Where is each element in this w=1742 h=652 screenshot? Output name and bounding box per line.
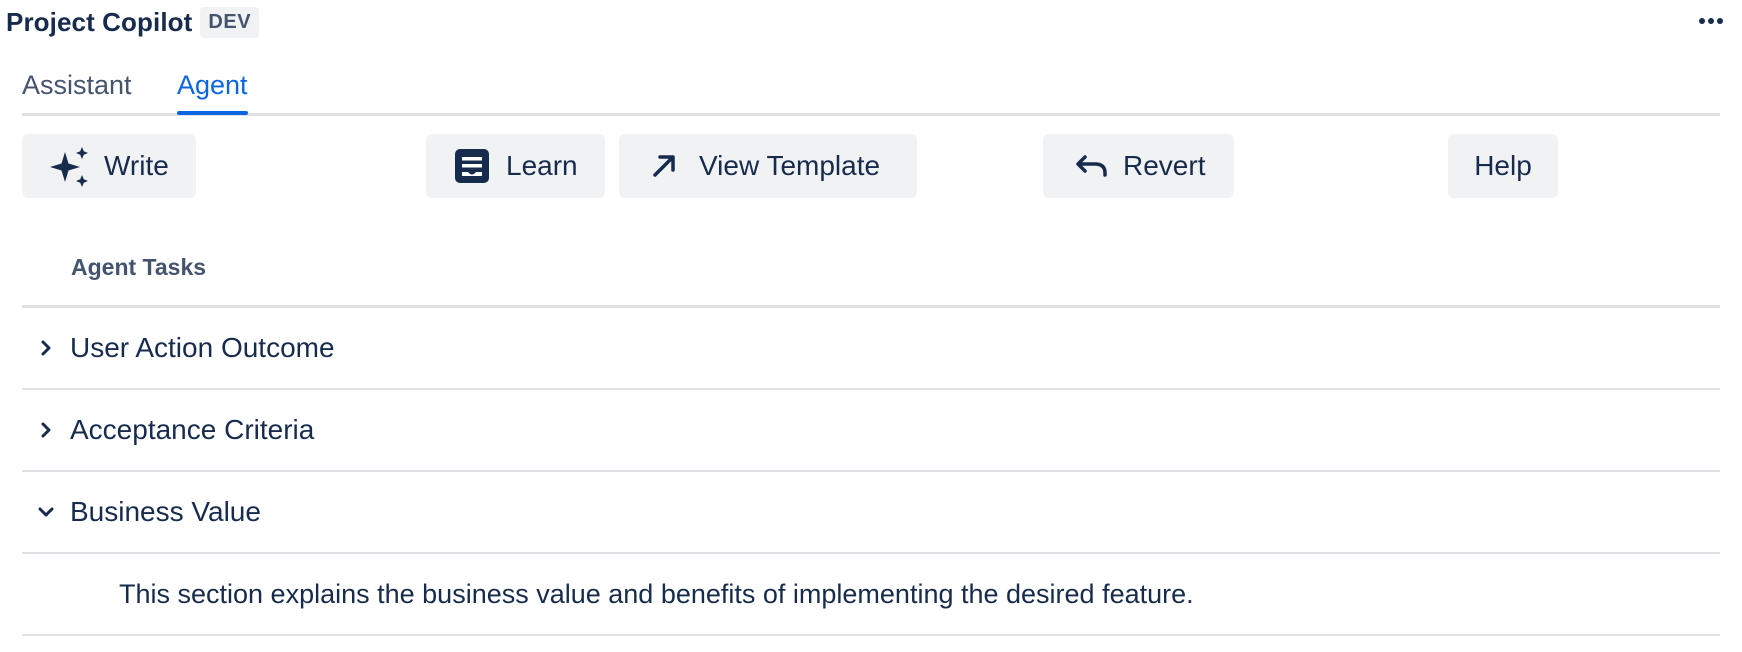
task-description: This section explains the business value… xyxy=(22,554,1720,636)
learn-button[interactable]: Learn xyxy=(426,134,605,198)
learn-button-label: Learn xyxy=(506,150,578,181)
task-row-business-value[interactable]: Business Value xyxy=(22,472,1720,554)
write-button[interactable]: Write xyxy=(22,134,196,198)
task-row-acceptance-criteria[interactable]: Acceptance Criteria xyxy=(22,390,1720,472)
view-template-button-label: View Template xyxy=(699,150,881,181)
more-horizontal-icon xyxy=(1699,18,1723,24)
app-header: Project Copilot DEV xyxy=(6,4,260,40)
task-row-label: Acceptance Criteria xyxy=(70,414,315,445)
write-button-label: Write xyxy=(104,150,169,181)
help-button-label: Help xyxy=(1474,150,1532,181)
task-row-label: Business Value xyxy=(70,496,261,527)
chevron-right-icon xyxy=(22,338,70,358)
tab-agent[interactable]: Agent xyxy=(177,70,248,115)
agent-tasks-heading: Agent Tasks xyxy=(71,254,207,280)
more-options-button[interactable] xyxy=(1694,8,1728,34)
chevron-down-icon xyxy=(22,504,70,520)
help-button[interactable]: Help xyxy=(1448,134,1558,198)
sparkle-icon xyxy=(48,145,92,187)
revert-button[interactable]: Revert xyxy=(1043,134,1234,198)
tab-assistant[interactable]: Assistant xyxy=(22,70,132,115)
revert-button-label: Revert xyxy=(1123,150,1206,181)
environment-badge: DEV xyxy=(200,6,260,38)
business-value-description: This section explains the business value… xyxy=(119,578,1194,609)
undo-icon xyxy=(1075,153,1109,179)
chevron-right-icon xyxy=(22,420,70,440)
view-template-button[interactable]: View Template xyxy=(619,134,917,198)
tab-divider xyxy=(22,113,1720,116)
task-row-label: User Action Outcome xyxy=(70,332,335,363)
task-row-user-action-outcome[interactable]: User Action Outcome xyxy=(22,308,1720,390)
app-title: Project Copilot xyxy=(6,6,193,37)
tab-bar: Assistant Agent xyxy=(22,60,1720,116)
arrow-up-right-icon xyxy=(651,153,677,179)
document-icon xyxy=(454,148,490,184)
